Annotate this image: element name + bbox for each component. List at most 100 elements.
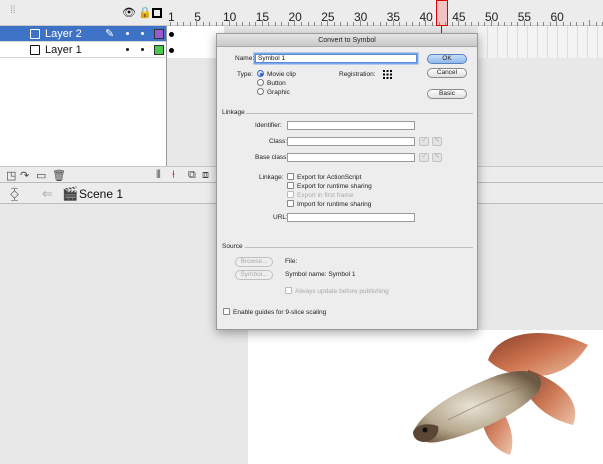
pencil-icon: ✎: [105, 28, 115, 40]
lock-icon[interactable]: 🔒: [138, 7, 152, 19]
base-class-label: Base class:: [255, 154, 289, 161]
validate-class-icon[interactable]: ✓: [419, 137, 429, 146]
type-label: Type:: [237, 71, 253, 78]
ruler-number: 5: [194, 10, 201, 24]
lock-dot[interactable]: [141, 32, 144, 35]
layer-color-swatch[interactable]: [154, 29, 164, 39]
show-hide-eye-icon[interactable]: 👁: [122, 7, 136, 19]
always-update-label[interactable]: Always update before publishing: [295, 288, 389, 295]
class-label: Class:: [269, 138, 288, 145]
scroll-handle-icon[interactable]: ⦀: [156, 169, 161, 182]
add-motion-guide-icon[interactable]: ↷: [20, 169, 29, 182]
pasteboard[interactable]: [0, 204, 248, 464]
symbol-name-text: Symbol name: Symbol 1: [285, 271, 356, 278]
frames-area-right[interactable]: [478, 26, 603, 58]
scene-icon: 🎬: [62, 186, 79, 201]
outline-icon[interactable]: [152, 8, 162, 18]
radio-button[interactable]: [257, 79, 264, 86]
lock-dot[interactable]: [141, 48, 144, 51]
export-first-frame-label[interactable]: Export in first frame: [297, 192, 353, 199]
visible-dot[interactable]: [126, 48, 129, 51]
export-runtime-checkbox[interactable]: [287, 182, 294, 189]
registration-grid-icon[interactable]: [383, 70, 392, 79]
keyframe[interactable]: [169, 32, 174, 37]
stage[interactable]: [248, 330, 603, 464]
identifier-input[interactable]: [287, 121, 415, 130]
export-first-frame-checkbox[interactable]: [287, 191, 294, 198]
type-option-graphic[interactable]: Graphic: [267, 89, 290, 96]
layer-row-layer-1[interactable]: Layer 1: [0, 42, 166, 58]
export-actionscript-label[interactable]: Export for ActionScript: [297, 174, 361, 181]
basic-button[interactable]: Basic: [427, 89, 467, 99]
visible-dot[interactable]: [126, 32, 129, 35]
ruler-tick: [307, 22, 309, 26]
new-layer-icon[interactable]: ◳: [6, 169, 16, 182]
name-input[interactable]: Symbol 1: [255, 54, 417, 63]
ruler-tick: [340, 22, 342, 26]
keyframe[interactable]: [169, 48, 174, 53]
symbol-button[interactable]: Symbol...: [235, 270, 273, 280]
ruler-tick: [405, 22, 407, 26]
linkage-section-label: Linkage: [222, 109, 245, 116]
onion-skin-icon[interactable]: ⧉: [188, 169, 196, 182]
layer-row-layer-2[interactable]: Layer 2 ✎: [0, 26, 166, 42]
convert-to-symbol-dialog: Convert to Symbol Name: Symbol 1 OK Canc…: [216, 33, 478, 330]
onion-skin-outlines-icon[interactable]: ⧈: [202, 169, 209, 182]
delete-layer-icon[interactable]: 🗑: [52, 169, 66, 182]
validate-base-class-icon[interactable]: ✓: [419, 153, 429, 162]
import-runtime-label[interactable]: Import for runtime sharing: [297, 201, 371, 208]
ruler-tick: [314, 22, 316, 26]
ruler-tick: [333, 22, 335, 26]
ok-button[interactable]: OK: [427, 54, 467, 64]
export-actionscript-checkbox[interactable]: [287, 173, 294, 180]
back-arrow-icon[interactable]: ⇐: [42, 186, 53, 202]
ruler-tick: [464, 22, 466, 26]
ruler-tick: [255, 22, 257, 26]
center-frame-icon[interactable]: ⍿: [172, 169, 175, 182]
cancel-button[interactable]: Cancel: [427, 68, 467, 78]
ruler-tick: [261, 20, 263, 26]
browse-button[interactable]: Browse...: [235, 257, 273, 267]
scene-label[interactable]: Scene 1: [79, 187, 123, 201]
ruler-tick: [353, 22, 355, 26]
type-option-button[interactable]: Button: [267, 80, 286, 87]
timeline-toggle-icon[interactable]: ⧰: [10, 186, 19, 202]
export-runtime-label[interactable]: Export for runtime sharing: [297, 183, 372, 190]
ruler-tick: [235, 22, 237, 26]
class-input[interactable]: [287, 137, 415, 146]
ruler-tick: [274, 22, 276, 26]
timeline-header: ⁞⁞ 👁 🔒 1 5 10 15 20 25 30 35 40 45 50 55 60: [0, 0, 603, 26]
url-input[interactable]: [287, 213, 415, 222]
import-runtime-checkbox[interactable]: [287, 200, 294, 207]
ruler-tick: [268, 22, 270, 26]
edit-base-class-icon[interactable]: ✎: [432, 153, 442, 162]
ruler-tick: [320, 22, 322, 26]
ruler-tick: [399, 22, 401, 26]
type-option-movie-clip[interactable]: Movie clip: [267, 71, 296, 78]
nine-slice-checkbox[interactable]: [223, 308, 230, 315]
dialog-title[interactable]: Convert to Symbol: [217, 34, 477, 47]
timeline-footer: ◳ ↷ ▭ 🗑 ⦀ ⍿ ⧉ ⧈: [0, 166, 224, 182]
url-label: URL:: [273, 214, 288, 221]
new-folder-icon[interactable]: ▭: [36, 169, 46, 182]
edit-class-icon[interactable]: ✎: [432, 137, 442, 146]
nine-slice-label[interactable]: Enable guides for 9-slice scaling: [233, 309, 326, 316]
base-class-input[interactable]: [287, 153, 415, 162]
ruler-tick: [432, 22, 433, 26]
pasteboard-right[interactable]: [478, 204, 603, 330]
edit-bar: ⧰ ⇐ 🎬 Scene 1: [0, 182, 224, 204]
ruler-tick: [425, 20, 427, 26]
radio-graphic[interactable]: [257, 88, 264, 95]
radio-movie-clip[interactable]: [257, 70, 264, 77]
ruler-tick: [346, 22, 348, 26]
ruler-tick: [228, 20, 230, 26]
playhead[interactable]: [436, 0, 448, 26]
fish-image[interactable]: [248, 330, 603, 464]
frame-ruler[interactable]: 1 5 10 15 20 25 30 35 40 45 50 55 60: [166, 0, 603, 26]
ruler-tick: [386, 22, 388, 26]
layer-color-swatch[interactable]: [154, 45, 164, 55]
always-update-checkbox[interactable]: [285, 287, 292, 294]
ruler-tick: [418, 22, 420, 26]
ruler-tick: [242, 22, 244, 26]
panel-grip-icon[interactable]: ⁞⁞: [10, 6, 16, 16]
